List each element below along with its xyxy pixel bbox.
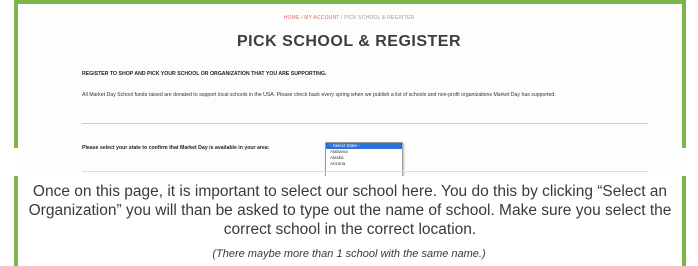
frame-right-border	[682, 0, 686, 148]
state-option-arizona[interactable]: Arizona	[326, 161, 402, 167]
page-title: PICK SCHOOL & REGISTER	[236, 33, 462, 50]
intro-body: All Market Day School funds raised are d…	[82, 92, 556, 98]
breadcrumb-account-link[interactable]: MY ACCOUNT	[304, 15, 339, 21]
state-select-dropdown[interactable]: - Select State - Alabama Alaska Arizona	[325, 142, 403, 180]
divider	[82, 171, 648, 172]
intro-heading: REGISTER TO SHOP AND PICK YOUR SCHOOL OR…	[82, 71, 327, 77]
state-prompt-label: Please select your state to confirm that…	[82, 145, 270, 151]
breadcrumb: HOME / MY ACCOUNT / PICK SCHOOL & REGIST…	[0, 15, 698, 21]
breadcrumb-current: PICK SCHOOL & REGISTER	[344, 15, 415, 21]
caption-text: Once on this page, it is important to se…	[28, 183, 672, 238]
breadcrumb-home-link[interactable]: HOME	[284, 15, 300, 21]
divider	[82, 123, 648, 124]
caption-note: (There maybe more than 1 school with the…	[212, 248, 486, 260]
